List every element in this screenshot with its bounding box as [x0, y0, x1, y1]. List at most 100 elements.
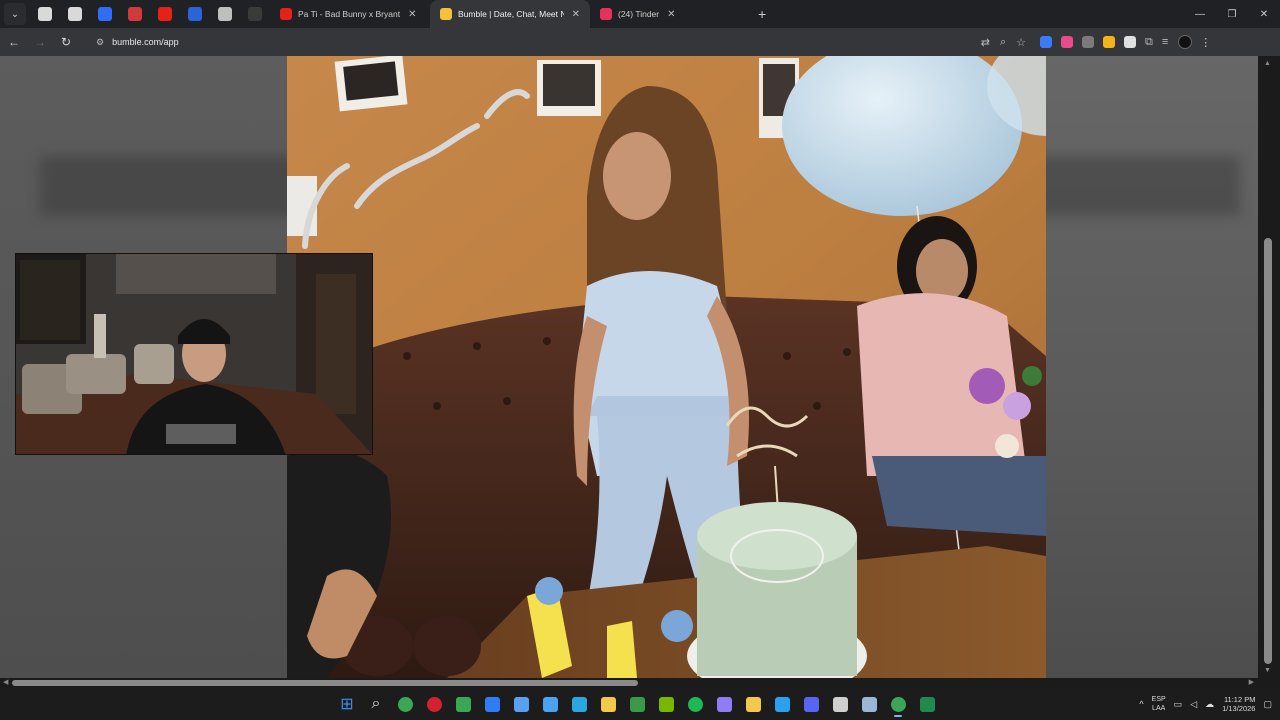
meta-icon	[188, 7, 202, 21]
extension-c-icon[interactable]	[1082, 36, 1094, 48]
taskbar-app[interactable]	[800, 693, 822, 715]
pinned-tab[interactable]	[90, 0, 120, 28]
maximize-button[interactable]: ❐	[1216, 0, 1248, 28]
notifications-icon[interactable]: ▢	[1263, 699, 1272, 710]
tab-title: Bumble | Date, Chat, Meet New	[458, 9, 564, 19]
taskbar-app[interactable]	[771, 693, 793, 715]
extension-a-icon[interactable]	[1040, 36, 1052, 48]
vertical-scrollbar[interactable]: ▲ ▼	[1258, 56, 1280, 678]
tab[interactable]: Pa Ti - Bad Bunny x Bryant ✕	[270, 0, 430, 28]
address-bar[interactable]: ⚙ bumble.com/app ⇄ ⌕ ☆	[86, 31, 1036, 53]
scroll-left-icon[interactable]: ◀	[3, 678, 8, 686]
taskbar-app[interactable]	[887, 693, 909, 717]
webcam-feed	[16, 254, 372, 454]
taskbar-app[interactable]	[597, 693, 619, 715]
zoom-icon[interactable]: ⌕	[1000, 36, 1006, 49]
tab[interactable]: (24) Tinder ✕	[590, 0, 750, 28]
taskbar-app[interactable]	[568, 693, 590, 715]
taskbar-app[interactable]	[626, 693, 648, 715]
new-tab-button[interactable]: +	[758, 6, 766, 22]
docs-icon	[38, 7, 52, 21]
taskbar-app[interactable]	[916, 693, 938, 715]
pinned-tab[interactable]	[150, 0, 180, 28]
site-info-icon[interactable]: ⚙	[96, 37, 104, 48]
scroll-right-icon[interactable]: ▶	[1249, 678, 1254, 686]
pinned-tab[interactable]	[60, 0, 90, 28]
forward-button[interactable]: →	[28, 30, 52, 54]
system-tray: ^ ESP LAA ▭ ◁ ☁ 11:12 PM 1/13/2026 ▢	[1139, 692, 1272, 716]
taskbar-app[interactable]	[452, 693, 474, 715]
taskbar-app[interactable]	[684, 693, 706, 715]
taskbar-app[interactable]	[655, 693, 677, 715]
kebab-menu-icon: ⋮	[1200, 36, 1212, 49]
taskbar-app[interactable]	[423, 693, 445, 715]
taskbar-app[interactable]	[713, 693, 735, 715]
taskbar-app[interactable]	[481, 693, 503, 715]
layout-code: LAA	[1152, 705, 1166, 712]
close-window-button[interactable]: ✕	[1248, 0, 1280, 28]
taskbar-app[interactable]	[510, 693, 532, 715]
tab-search-button[interactable]: ⌄	[4, 3, 26, 25]
tab[interactable]: Bumble | Date, Chat, Meet New ✕	[430, 0, 590, 28]
browser-menu-button[interactable]: ⋮	[1200, 36, 1211, 49]
clock-date: 1/13/2026	[1222, 704, 1256, 713]
puzzle-icon[interactable]: ⧉	[1145, 36, 1153, 49]
minimize-button[interactable]: —	[1184, 0, 1216, 28]
taskbar-app[interactable]	[858, 693, 880, 715]
taskbar-app[interactable]: ⌕	[365, 693, 387, 715]
app-icon	[455, 696, 471, 712]
bookmark-star-icon[interactable]: ☆	[1016, 36, 1026, 49]
steam-icon	[861, 696, 877, 712]
file-explorer-icon	[600, 696, 616, 712]
profile-button[interactable]	[1178, 35, 1193, 49]
taskbar-app[interactable]	[539, 693, 561, 715]
tab-favicon-icon	[440, 8, 452, 20]
browser-toolbar: ← → ↻ ⚙ bumble.com/app ⇄ ⌕ ☆ ⧉ ≡ ⋮	[0, 28, 1280, 56]
taskbar-app[interactable]: ⊞	[336, 693, 358, 715]
horizontal-scrollbar[interactable]: ◀ ▶	[0, 678, 1280, 688]
vertical-scroll-thumb[interactable]	[1264, 238, 1272, 664]
extensions-area: ⧉ ≡	[1040, 36, 1168, 49]
pinned-tab[interactable]	[120, 0, 150, 28]
pinned-tab[interactable]	[240, 0, 270, 28]
photos-icon	[542, 696, 558, 712]
scroll-up-icon[interactable]: ▲	[1264, 60, 1271, 67]
extension-b-icon[interactable]	[1061, 36, 1073, 48]
tools-icon	[218, 7, 232, 21]
volume-icon[interactable]: ◁	[1190, 699, 1197, 710]
taskbar-app[interactable]	[394, 693, 416, 715]
excel-icon	[919, 696, 935, 712]
reading-list-icon[interactable]: ≡	[1162, 36, 1168, 48]
tab-close-icon[interactable]: ✕	[408, 9, 416, 20]
vscode-icon	[774, 696, 790, 712]
profile-photo[interactable]: ›	[287, 56, 1046, 678]
webcam-overlay	[15, 253, 373, 455]
back-button[interactable]: ←	[2, 30, 26, 54]
taskbar-app[interactable]	[742, 693, 764, 715]
address-text[interactable]: bumble.com/app	[112, 37, 179, 47]
tab-close-icon[interactable]: ✕	[572, 9, 580, 20]
extension-e-icon[interactable]	[1124, 36, 1136, 48]
extension-d-icon[interactable]	[1103, 36, 1115, 48]
chevron-down-icon: ⌄	[10, 8, 20, 20]
pinned-tab[interactable]	[210, 0, 240, 28]
taskbar-app[interactable]	[829, 693, 851, 715]
app-icon	[513, 696, 529, 712]
onedrive-icon[interactable]: ☁	[1205, 699, 1214, 710]
language-code: ESP	[1151, 696, 1166, 703]
pinned-tab[interactable]	[30, 0, 60, 28]
translate-icon[interactable]: ⇄	[981, 36, 990, 49]
youtube-icon	[158, 7, 172, 21]
clock[interactable]: 11:12 PM 1/13/2026	[1222, 695, 1255, 713]
language-indicator[interactable]: ESP LAA	[1152, 695, 1166, 713]
profile-avatar-icon	[1178, 35, 1193, 49]
tab-close-icon[interactable]: ✕	[667, 9, 675, 20]
horizontal-scroll-thumb[interactable]	[12, 680, 638, 686]
network-icon[interactable]: ▭	[1174, 699, 1183, 710]
search-icon: ⌕	[371, 695, 381, 712]
scroll-down-icon[interactable]: ▼	[1264, 667, 1271, 674]
tray-overflow-icon[interactable]: ^	[1139, 699, 1143, 709]
reload-button[interactable]: ↻	[54, 30, 78, 54]
chrome-icon	[890, 696, 906, 712]
pinned-tab[interactable]	[180, 0, 210, 28]
